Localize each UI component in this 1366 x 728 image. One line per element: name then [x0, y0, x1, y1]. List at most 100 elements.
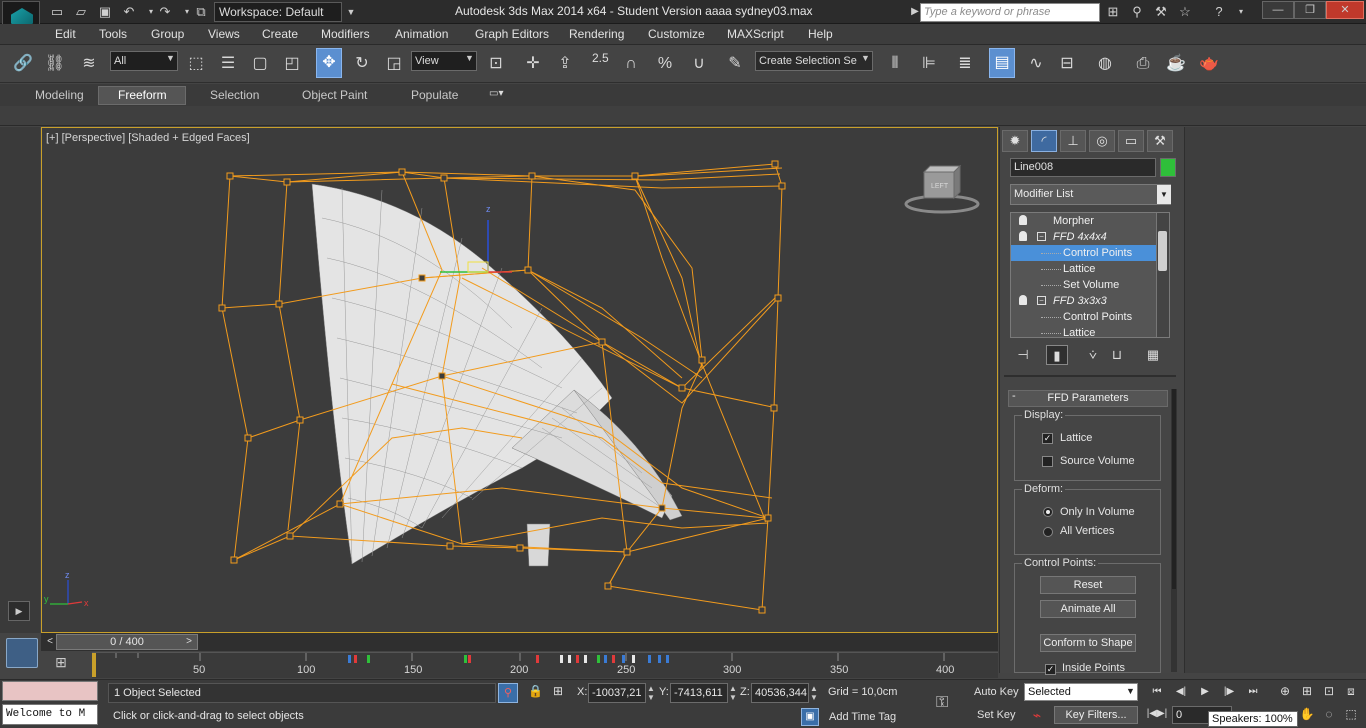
animate-all-button[interactable]: Animate All [1040, 600, 1136, 618]
z-coordinate-input[interactable]: 40536,344 [751, 683, 809, 703]
undo-icon[interactable]: ↶ [120, 3, 138, 21]
maximize-viewport-icon[interactable]: ⬚ [1340, 705, 1362, 723]
subscription-key-icon[interactable]: ⚲ [1128, 3, 1146, 21]
next-frame-icon[interactable]: |▶ [1218, 684, 1240, 700]
reference-coordinate-dropdown-icon[interactable]: ▼ [465, 53, 474, 63]
collapse-minus-icon[interactable]: − [1037, 232, 1046, 241]
z-spinner-icon[interactable]: ▲ ▼ [810, 684, 818, 702]
tab-populate[interactable]: Populate [411, 88, 458, 102]
close-button[interactable]: ✕ [1326, 1, 1364, 19]
save-file-icon[interactable]: ▣ [96, 3, 114, 21]
snap-toggle-value[interactable]: 2.5 [592, 51, 609, 65]
light-bulb-icon[interactable] [1019, 231, 1027, 241]
zoom-icon[interactable]: ⊕ [1274, 682, 1296, 700]
select-by-name-icon[interactable]: ☰ [215, 50, 241, 78]
perspective-viewport[interactable]: [+] [Perspective] [Shaded + Edged Faces] [41, 127, 998, 633]
minimize-button[interactable]: — [1262, 1, 1294, 19]
search-input[interactable]: Type a keyword or phrase [920, 3, 1100, 22]
all-vertices-label[interactable]: All Vertices [1060, 525, 1114, 537]
stack-subobject-control-points[interactable]: Control Points [1011, 309, 1157, 325]
stack-scroll-thumb[interactable] [1158, 231, 1167, 271]
display-tab-icon[interactable]: ▭ [1118, 130, 1144, 152]
select-and-rotate-icon[interactable]: ↻ [349, 50, 375, 78]
show-end-result-icon[interactable]: ▮ [1046, 345, 1068, 365]
rendered-frame-window-icon[interactable]: ☕ [1163, 50, 1189, 78]
align-icon[interactable]: ⊫ [916, 50, 942, 78]
key-mode-select[interactable]: Selected [1024, 683, 1138, 701]
keyboard-shortcut-override-icon[interactable]: ⇪ [552, 50, 578, 78]
select-and-link-icon[interactable]: 🔗 [10, 50, 36, 78]
previous-frame-icon[interactable]: ◀| [1170, 684, 1192, 700]
pin-stack-icon[interactable]: ⊣ [1012, 345, 1034, 365]
window-crossing-icon[interactable]: ◰ [279, 50, 305, 78]
command-panel-scroll-thumb[interactable] [1172, 389, 1176, 589]
mini-curve-editor-icon[interactable] [6, 638, 38, 668]
light-bulb-icon[interactable] [1019, 215, 1027, 225]
ffd-parameters-rollout-header[interactable]: FFD Parameters [1008, 390, 1168, 407]
go-to-start-icon[interactable]: ⏮ [1146, 684, 1168, 700]
menu-customize[interactable]: Customize [648, 27, 705, 41]
menu-views[interactable]: Views [208, 27, 240, 41]
set-project-folder-icon[interactable]: ⧉ [192, 3, 210, 21]
maximize-button[interactable]: ❐ [1294, 1, 1326, 19]
stack-subobject-set-volume[interactable]: Set Volume [1011, 277, 1157, 293]
y-spinner-icon[interactable]: ▲ ▼ [729, 684, 737, 702]
rectangular-selection-region-icon[interactable]: ▢ [247, 50, 273, 78]
material-editor-icon[interactable]: ◍ [1092, 50, 1118, 78]
select-and-scale-icon[interactable]: ◲ [381, 50, 407, 78]
add-time-tag-button[interactable]: Add Time Tag [829, 711, 896, 723]
workspace-select[interactable]: Workspace: Default [214, 2, 342, 22]
reset-button[interactable]: Reset [1040, 576, 1136, 594]
configure-modifier-sets-icon[interactable]: ▦ [1142, 345, 1164, 365]
menu-edit[interactable]: Edit [55, 27, 76, 41]
conform-to-shape-button[interactable]: Conform to Shape [1040, 634, 1136, 652]
maxscript-listener-input[interactable] [2, 681, 98, 701]
lattice-checkbox[interactable]: ✓ [1042, 433, 1053, 444]
communication-center-icon[interactable]: ⚒ [1152, 3, 1170, 21]
edit-named-selection-icon[interactable]: ✎ [722, 50, 748, 78]
help-icon[interactable]: ? [1210, 3, 1228, 21]
pan-view-icon[interactable]: ✋ [1296, 705, 1318, 723]
stack-subobject-control-points[interactable]: Control Points [1011, 245, 1157, 261]
lattice-label[interactable]: Lattice [1060, 432, 1092, 444]
mirror-icon[interactable]: ⫴ [882, 50, 908, 78]
viewport-scene[interactable]: z z y x [42, 128, 998, 633]
viewcube[interactable]: LEFT [904, 164, 980, 214]
menu-tools[interactable]: Tools [99, 27, 127, 41]
x-coordinate-input[interactable]: -10037,21 [588, 683, 646, 703]
menu-group[interactable]: Group [151, 27, 184, 41]
light-bulb-icon[interactable] [1019, 295, 1027, 305]
menu-maxscript[interactable]: MAXScript [727, 27, 784, 41]
stack-item-ffd-3x3x3[interactable]: − FFD 3x3x3 [1011, 293, 1157, 309]
create-tab-icon[interactable]: ✹ [1002, 130, 1028, 152]
menu-modifiers[interactable]: Modifiers [321, 27, 370, 41]
unlink-selection-icon[interactable]: ⛓ [42, 50, 68, 78]
select-object-icon[interactable]: ⬚ [183, 50, 209, 78]
menu-animation[interactable]: Animation [395, 27, 448, 41]
favorites-star-icon[interactable]: ☆ [1176, 3, 1194, 21]
collapse-minus-icon[interactable]: − [1037, 296, 1046, 305]
all-vertices-radio[interactable] [1043, 527, 1053, 537]
open-file-icon[interactable]: ▱ [72, 3, 90, 21]
x-spinner-icon[interactable]: ▲ ▼ [647, 684, 655, 702]
menu-rendering[interactable]: Rendering [569, 27, 624, 41]
modifier-list-dropdown-icon[interactable]: ▼ [1157, 185, 1171, 204]
source-volume-checkbox[interactable] [1042, 456, 1053, 467]
named-selection-set-input[interactable]: Create Selection Se [755, 51, 873, 71]
menu-help[interactable]: Help [808, 27, 833, 41]
zoom-all-icon[interactable]: ⊞ [1296, 682, 1318, 700]
stack-subobject-lattice[interactable]: Lattice [1011, 325, 1157, 337]
menu-create[interactable]: Create [262, 27, 298, 41]
object-name-field[interactable]: Line008 [1010, 158, 1156, 177]
curve-editor-icon[interactable]: ∿ [1023, 50, 1049, 78]
maxscript-listener-output[interactable]: Welcome to M [2, 704, 98, 725]
key-filters-button[interactable]: Key Filters... [1054, 706, 1138, 724]
zoom-extents-all-icon[interactable]: ⧈ [1340, 682, 1362, 700]
isolate-selection-icon[interactable]: ⚲ [498, 683, 518, 703]
y-coordinate-input[interactable]: -7413,611 [670, 683, 728, 703]
absolute-mode-icon[interactable]: ⊞ [553, 684, 563, 698]
select-and-manipulate-icon[interactable]: ✛ [520, 50, 546, 78]
play-icon[interactable]: ▶ [1194, 684, 1216, 700]
tab-freeform[interactable]: Freeform [118, 88, 167, 102]
redo-icon[interactable]: ↷ [156, 3, 174, 21]
